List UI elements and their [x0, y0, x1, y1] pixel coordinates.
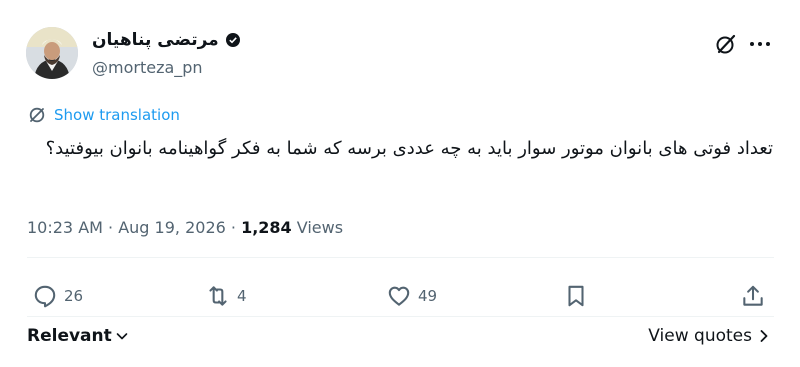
grok-icon	[716, 34, 736, 54]
views-count: 1,284	[241, 218, 292, 237]
bookmark-button[interactable]	[563, 283, 589, 309]
divider	[27, 316, 774, 317]
chevron-down-icon	[116, 333, 128, 340]
retweet-icon	[209, 286, 227, 306]
views-label: Views	[291, 218, 344, 237]
show-translation-label[interactable]: Show translation	[54, 106, 180, 124]
meta-separator: ·	[225, 218, 242, 237]
divider	[27, 257, 774, 258]
author-handle[interactable]: @morteza_pn	[92, 58, 203, 77]
tweet-time[interactable]: 10:23 AM	[27, 218, 103, 237]
like-button[interactable]: 49	[386, 283, 437, 309]
view-quotes-label[interactable]: View quotes	[648, 326, 752, 346]
share-icon	[743, 285, 763, 306]
like-count: 49	[418, 287, 438, 305]
reply-icon	[34, 285, 56, 308]
avatar[interactable]	[26, 27, 78, 79]
reply-button[interactable]: 26	[32, 283, 83, 309]
more-dots-icon	[750, 42, 770, 46]
meta-separator: ·	[102, 218, 119, 237]
reply-sort-dropdown[interactable]: Relevant	[27, 326, 129, 346]
grok-button[interactable]	[714, 32, 738, 56]
tweet-text: تعداد فوتی های بانوان موتور سوار باید به…	[45, 138, 773, 159]
bookmark-icon	[568, 285, 584, 307]
retweet-count: 4	[237, 287, 247, 305]
author-display-name[interactable]: مرتضی پناهیان	[92, 30, 219, 50]
author-name-row[interactable]: مرتضی پناهیان	[92, 30, 241, 50]
profile-avatar	[26, 27, 78, 79]
heart-icon	[388, 286, 410, 306]
view-quotes-link[interactable]: View quotes	[648, 326, 770, 346]
show-translation-link[interactable]: Show translation	[28, 106, 180, 124]
verified-badge-icon	[225, 33, 240, 47]
chevron-right-icon	[760, 330, 768, 342]
share-button[interactable]	[740, 283, 766, 309]
more-options-button[interactable]	[748, 32, 772, 56]
retweet-button[interactable]: 4	[205, 283, 247, 309]
tweet-meta: 10:23 AM · Aug 19, 2026 · 1,284 Views	[27, 218, 343, 237]
tweet-date[interactable]: Aug 19, 2026	[118, 218, 226, 237]
reply-count: 26	[64, 287, 84, 305]
translate-icon	[29, 107, 45, 123]
sort-label[interactable]: Relevant	[27, 326, 112, 346]
